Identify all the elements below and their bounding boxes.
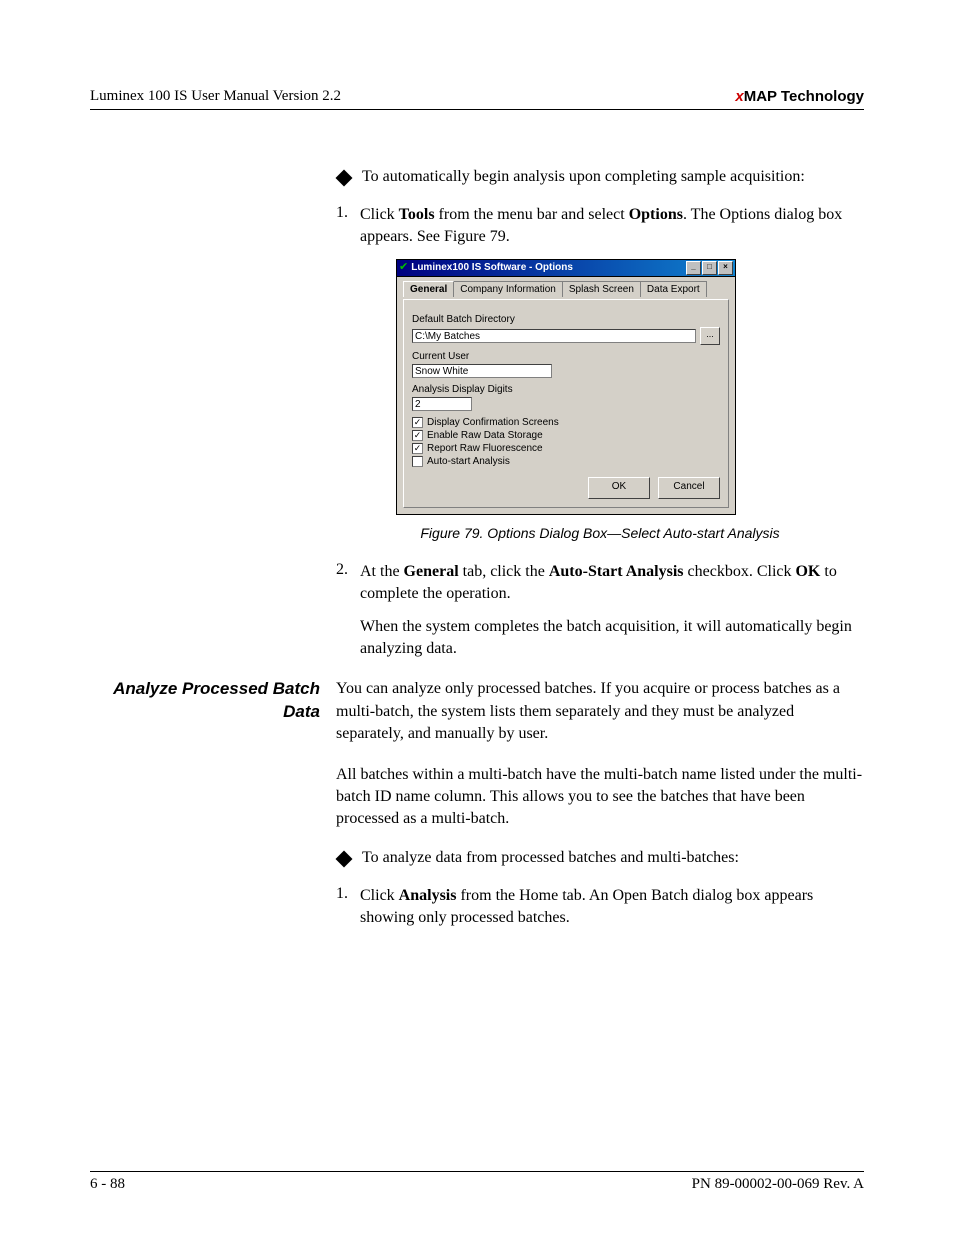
section-heading: Analyze Processed Batch Data [90,678,320,724]
tab-general[interactable]: General [403,281,454,297]
options-dialog: ✔ Luminex100 IS Software - Options _ □ ×… [396,259,736,515]
dialog-title: Luminex100 IS Software - Options [411,262,686,273]
dialog-titlebar: ✔ Luminex100 IS Software - Options _ □ × [396,259,736,276]
page-footer: 6 - 88 PN 89-00002-00-069 Rev. A [90,1171,864,1193]
checkbox-enable-raw-data[interactable]: ✓ [412,430,423,441]
checkbox-auto-start-analysis[interactable] [412,456,423,467]
header-left: Luminex 100 IS User Manual Version 2.2 [90,88,341,105]
checkbox-row-report-raw-fluorescence[interactable]: ✓ Report Raw Fluorescence [412,443,720,454]
intro-bullet: To automatically begin analysis upon com… [336,168,864,186]
checkbox-label: Enable Raw Data Storage [427,430,543,441]
step-1-number: 1. [336,204,360,249]
section-step-1: 1. Click Analysis from the Home tab. An … [336,885,864,930]
section-bullet-text: To analyze data from processed batches a… [362,849,739,867]
page-header: Luminex 100 IS User Manual Version 2.2 x… [90,88,864,110]
checkbox-row-display-confirmation[interactable]: ✓ Display Confirmation Screens [412,417,720,428]
tab-data-export[interactable]: Data Export [640,281,707,297]
tab-panel-general: Default Batch Directory C:\My Batches ..… [403,299,729,508]
default-batch-directory-input[interactable]: C:\My Batches [412,329,696,343]
label-current-user: Current User [412,351,720,362]
section-paragraph-2: All batches within a multi-batch have th… [336,764,864,831]
checkbox-label: Auto-start Analysis [427,456,510,467]
cancel-button[interactable]: Cancel [658,477,720,499]
analysis-display-digits-input[interactable]: 2 [412,397,472,411]
maximize-button[interactable]: □ [702,261,717,275]
header-right: xMAP Technology [735,88,864,105]
brand-x: x [735,88,743,105]
footer-page-number: 6 - 88 [90,1176,125,1193]
tab-splash-screen[interactable]: Splash Screen [562,281,641,297]
ok-button[interactable]: OK [588,477,650,499]
dialog-tabs: General Company Information Splash Scree… [403,281,729,297]
checkbox-label: Display Confirmation Screens [427,417,559,428]
checkbox-row-enable-raw-data[interactable]: ✓ Enable Raw Data Storage [412,430,720,441]
step-1: 1. Click Tools from the menu bar and sel… [336,204,864,249]
label-analysis-display-digits: Analysis Display Digits [412,384,720,395]
brand-rest: MAP Technology [744,88,864,105]
figure-caption: Figure 79. Options Dialog Box—Select Aut… [336,525,864,541]
checkbox-display-confirmation[interactable]: ✓ [412,417,423,428]
step-2-number: 2. [336,561,360,606]
checkbox-row-auto-start-analysis[interactable]: Auto-start Analysis [412,456,720,467]
tab-company-information[interactable]: Company Information [453,281,563,297]
checkbox-label: Report Raw Fluorescence [427,443,543,454]
step-2: 2. At the General tab, click the Auto-St… [336,561,864,606]
section-bullet: To analyze data from processed batches a… [336,849,864,867]
app-check-icon: ✔ [399,262,408,273]
label-default-batch-directory: Default Batch Directory [412,314,720,325]
current-user-input[interactable]: Snow White [412,364,552,378]
checkbox-report-raw-fluorescence[interactable]: ✓ [412,443,423,454]
close-button[interactable]: × [718,261,733,275]
browse-button[interactable]: ... [700,327,720,345]
step-2-note: When the system completes the batch acqu… [360,616,864,661]
section-step-1-number: 1. [336,885,360,930]
diamond-icon [336,170,353,187]
footer-part-number: PN 89-00002-00-069 Rev. A [692,1176,864,1193]
minimize-button[interactable]: _ [686,261,701,275]
section-paragraph-1: You can analyze only processed batches. … [336,678,864,745]
diamond-icon [336,850,353,867]
intro-bullet-text: To automatically begin analysis upon com… [362,168,805,186]
